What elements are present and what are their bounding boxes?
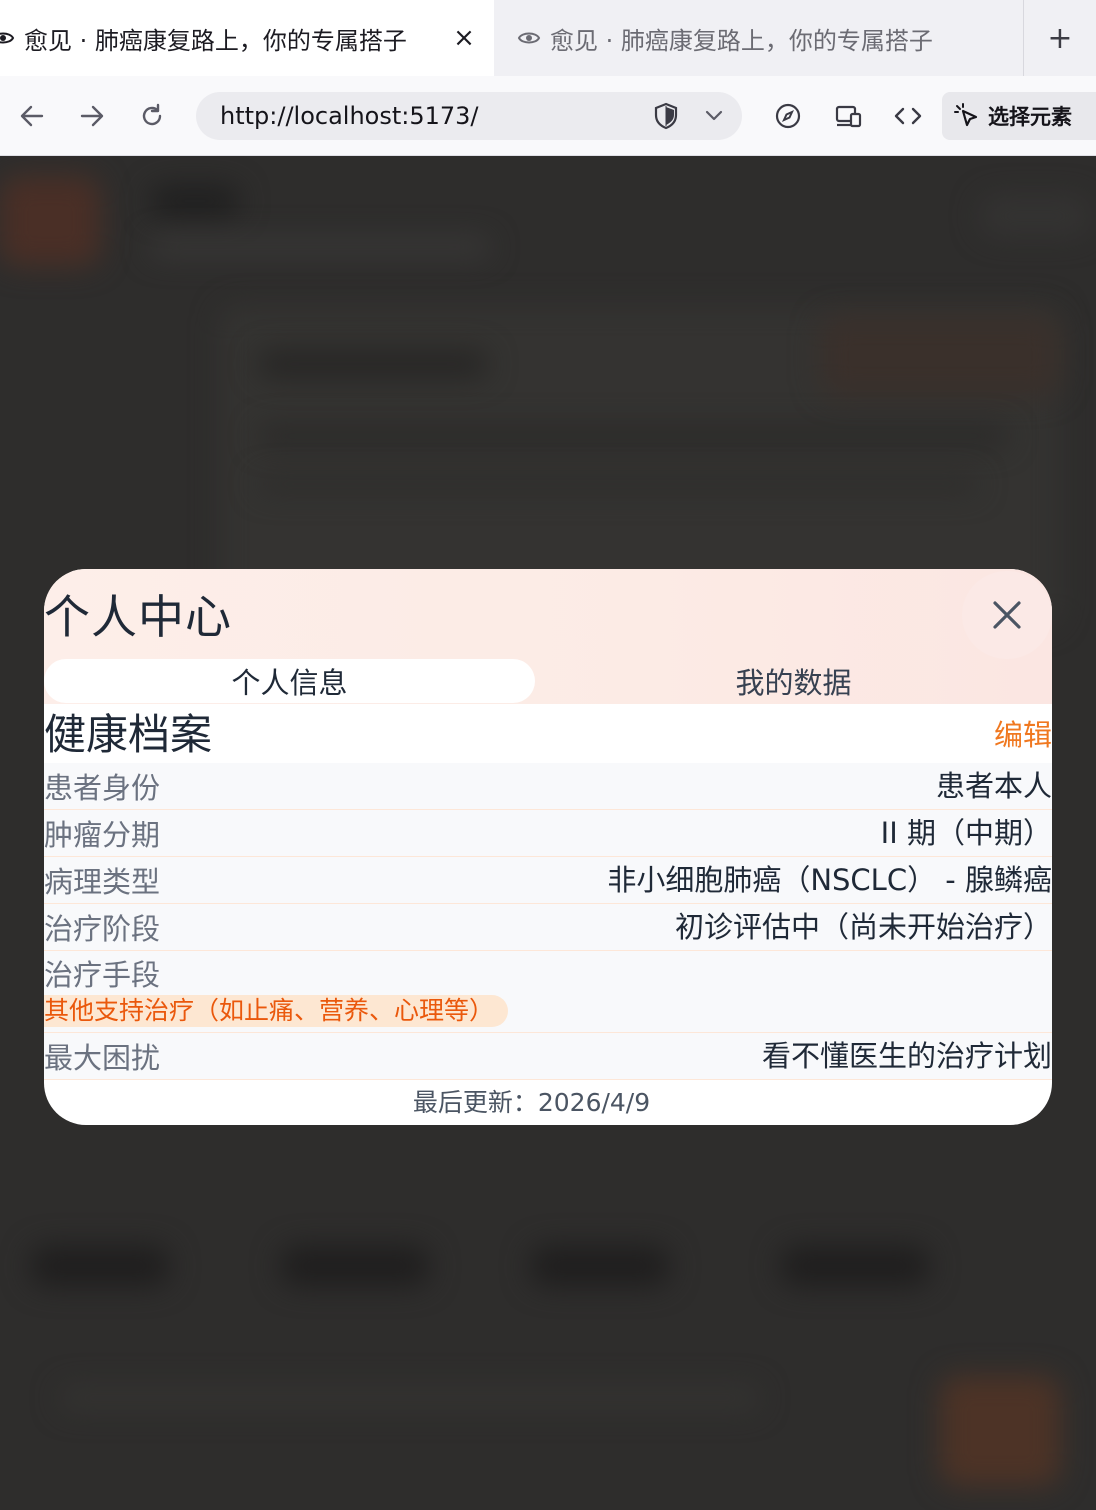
responsive-view-icon[interactable]	[826, 94, 870, 138]
eye-icon	[0, 25, 16, 51]
blurred-nav-item	[30, 1246, 170, 1286]
tab-my-data[interactable]: 我的数据	[535, 659, 1052, 703]
reload-button[interactable]	[130, 94, 174, 138]
new-tab-button[interactable]: +	[1024, 0, 1096, 76]
tab-close-button[interactable]: ×	[444, 18, 484, 58]
shield-icon[interactable]	[646, 102, 686, 130]
field-row-treatment-stage: 治疗阶段 初诊评估中（尚未开始治疗）	[44, 904, 1052, 951]
tab-personal-info[interactable]: 个人信息	[44, 659, 535, 703]
blurred-hero-title	[258, 351, 488, 377]
browser-tab-inactive[interactable]: 愈见 · 肺癌康复路上，你的专属搭子	[494, 0, 1024, 76]
field-label: 肿瘤分期	[44, 818, 161, 852]
modal-title: 个人中心	[44, 590, 232, 644]
modal-close-button[interactable]	[962, 571, 1052, 659]
browser-tab-active[interactable]: 愈见 · 肺癌康复路上，你的专属搭子 ×	[0, 0, 494, 76]
blurred-subheading	[150, 238, 490, 256]
field-row-tumor-stage: 肿瘤分期 II 期（中期）	[44, 810, 1052, 857]
url-bar[interactable]: http://localhost:5173/	[196, 92, 742, 140]
toolbar-icons	[766, 92, 946, 140]
modal-tabs: 个人信息 我的数据	[44, 659, 1052, 703]
field-value: 看不懂医生的治疗计划	[761, 1039, 1052, 1073]
arrow-left-icon	[20, 105, 44, 127]
forward-button[interactable]	[70, 94, 114, 138]
blurred-nav-item	[530, 1246, 670, 1286]
tab-title: 愈见 · 肺癌康复路上，你的专属搭子	[550, 26, 933, 55]
blurred-fab	[940, 1376, 1060, 1486]
field-label: 最大困扰	[44, 1041, 161, 1075]
code-icon[interactable]	[886, 94, 930, 138]
field-label: 病理类型	[44, 865, 161, 899]
field-row-treatment-methods: 治疗手段 其他支持治疗（如止痛、营养、心理等）	[44, 951, 1052, 1033]
cursor-select-icon	[954, 103, 978, 127]
field-row-biggest-concern: 最大困扰 看不懂医生的治疗计划	[44, 1033, 1052, 1080]
last-updated-text: 最后更新：2026/4/9	[412, 1088, 651, 1117]
field-label: 患者身份	[44, 771, 161, 805]
field-value: 患者本人	[935, 769, 1052, 803]
blurred-header-action	[980, 196, 1090, 236]
field-label: 治疗阶段	[44, 912, 161, 946]
url-text: http://localhost:5173/	[220, 102, 479, 130]
blurred-nav-item	[780, 1246, 930, 1286]
reload-icon	[142, 103, 162, 126]
health-record-header: 健康档案 编辑	[44, 707, 1052, 763]
field-row-patient-identity: 患者身份 患者本人	[44, 763, 1052, 810]
field-row-pathology-type: 病理类型 非小细胞肺癌（NSCLC） - 腺鳞癌	[44, 857, 1052, 904]
chevron-down-icon[interactable]	[686, 110, 742, 122]
blurred-hero-text	[258, 426, 1008, 446]
back-button[interactable]	[10, 94, 54, 138]
eye-icon	[516, 25, 542, 51]
compass-icon[interactable]	[766, 94, 810, 138]
select-element-button[interactable]: 选择元素	[942, 92, 1096, 140]
field-value: II 期（中期）	[880, 816, 1052, 850]
field-value: 初诊评估中（尚未开始治疗）	[674, 910, 1052, 944]
select-element-label: 选择元素	[988, 105, 1072, 129]
blurred-hero-accent	[820, 316, 1060, 396]
browser-nav-bar: http://localhost:5173/ 选择元素	[0, 76, 1096, 156]
profile-modal: 个人中心 个人信息 我的数据 健康档案 编辑 患者身份 患者本人 肿瘤分期 II…	[44, 569, 1052, 1125]
section-title: 健康档案	[44, 710, 213, 759]
blurred-nav-item	[280, 1246, 430, 1286]
browser-tab-bar: 愈见 · 肺癌康复路上，你的专属搭子 × 愈见 · 肺癌康复路上，你的专属搭子 …	[0, 0, 1096, 76]
health-record-list: 患者身份 患者本人 肿瘤分期 II 期（中期） 病理类型 非小细胞肺癌（NSCL…	[44, 763, 1052, 1080]
edit-button[interactable]: 编辑	[994, 715, 1052, 755]
close-icon	[993, 601, 1021, 629]
arrow-right-icon	[80, 105, 104, 127]
treatment-tag: 其他支持治疗（如止痛、营养、心理等）	[44, 995, 509, 1027]
blurred-heading	[150, 186, 240, 216]
tab-title: 愈见 · 肺癌康复路上，你的专属搭子	[24, 26, 407, 55]
field-label: 治疗手段	[44, 958, 161, 992]
blurred-hero-text-2	[258, 476, 978, 492]
blurred-logo	[0, 176, 100, 266]
blurred-footer-text	[60, 1386, 760, 1410]
field-value: 非小细胞肺癌（NSCLC） - 腺鳞癌	[607, 863, 1052, 897]
